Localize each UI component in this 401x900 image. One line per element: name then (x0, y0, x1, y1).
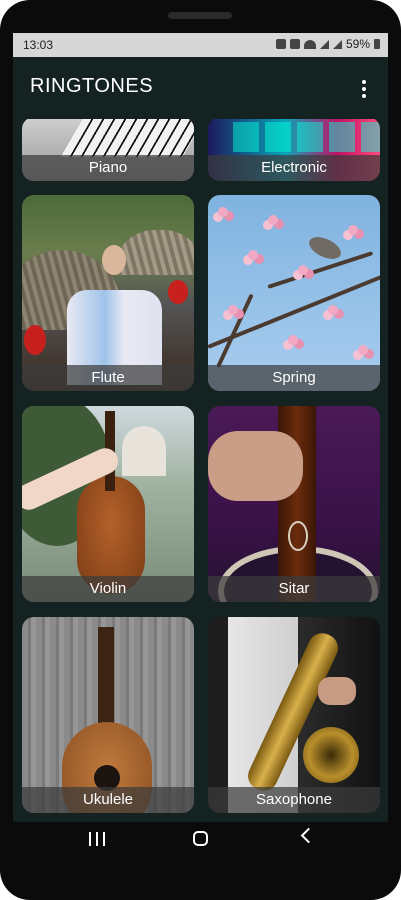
tile-sitar[interactable]: Sitar (208, 406, 380, 602)
alarm-icon (289, 39, 300, 49)
back-icon[interactable] (300, 827, 317, 844)
status-time: 13:03 (23, 38, 54, 52)
tile-flute[interactable]: Flute (22, 195, 194, 391)
spring-image (208, 195, 380, 391)
more-vert-icon-dot (362, 87, 366, 91)
tile-piano[interactable]: Piano (22, 119, 194, 181)
more-vert-icon-dot (362, 94, 366, 98)
tile-label: Saxophone (208, 787, 380, 813)
sitar-image (208, 406, 380, 602)
tile-label: Electronic (208, 155, 380, 181)
recents-icon[interactable] (89, 832, 105, 846)
app-bar: RINGTONES (13, 57, 388, 119)
saxophone-image (208, 617, 380, 813)
tile-saxophone[interactable]: Saxophone (208, 617, 380, 813)
tile-spring[interactable]: Spring (208, 195, 380, 391)
more-vert-icon-dot (362, 80, 366, 84)
tile-label: Piano (22, 155, 194, 181)
status-bar: 13:03 59% (13, 33, 388, 57)
flute-image (22, 195, 194, 391)
navigation-bar (13, 822, 388, 855)
home-icon[interactable] (193, 831, 208, 846)
tile-electronic[interactable]: Electronic (208, 119, 380, 181)
tile-label: Violin (22, 576, 194, 602)
battery-percent: 59% (345, 37, 370, 51)
tile-ukulele[interactable]: Ukulele (22, 617, 194, 813)
signal-icon-2 (332, 39, 342, 49)
screen: 13:03 59% RINGTONES Piano Electronic Flu… (13, 33, 388, 855)
ukulele-image (22, 617, 194, 813)
tile-label: Flute (22, 365, 194, 391)
phone-frame: 13:03 59% RINGTONES Piano Electronic Flu… (0, 0, 401, 900)
app-title: RINGTONES (30, 75, 154, 97)
battery-icon (374, 39, 380, 49)
status-icons: 59% (275, 37, 380, 51)
tile-label: Sitar (208, 576, 380, 602)
tile-label: Spring (208, 365, 380, 391)
signal-icon (319, 39, 329, 49)
ringtone-grid: Piano Electronic Flute Spring Violin Sit… (13, 119, 388, 822)
more-options-button[interactable] (354, 77, 374, 101)
sim-icon (275, 39, 286, 49)
violin-image (22, 406, 194, 602)
tile-label: Ukulele (22, 787, 194, 813)
wifi-icon (303, 39, 316, 49)
phone-speaker (168, 12, 232, 19)
tile-violin[interactable]: Violin (22, 406, 194, 602)
